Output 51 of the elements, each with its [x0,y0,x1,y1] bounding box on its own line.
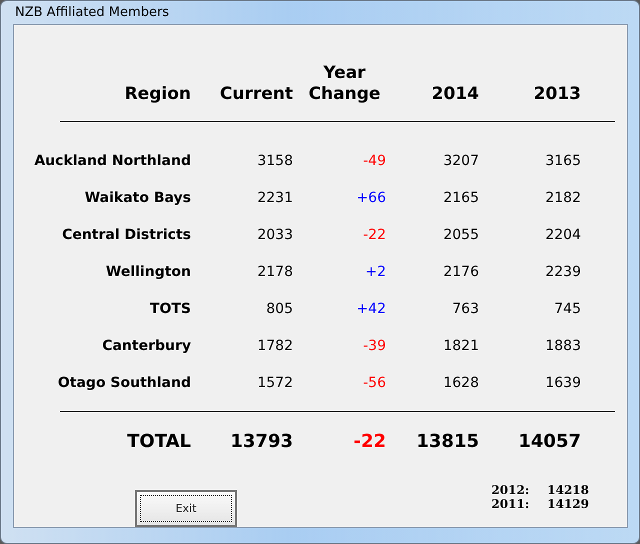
change-cell-text: -39 [362,338,386,354]
table-cell-text: 1572 [256,374,293,390]
table-cell-text: 2176 [442,264,479,280]
region-cell-text: Central Districts [61,226,191,242]
exit-button[interactable]: Exit [135,490,237,527]
change-cell-text: +42 [355,300,386,316]
column-header: Year Change [308,63,382,106]
change-cell-text: -49 [362,152,386,168]
window-title: NZB Affiliated Members [14,5,170,20]
history-value: 14129 [547,497,589,511]
table-cell-text: 1883 [544,338,581,354]
total-cell-text: 13815 [415,430,479,452]
region-cell-text: Auckland Northland [33,152,191,168]
region-cell-text: Canterbury [101,338,191,354]
total-cell-text: 14057 [517,430,581,452]
table-cell-text: 3165 [544,152,581,168]
total-cell-text: 13793 [229,430,293,452]
table-cell-text: 805 [265,300,293,316]
history-year: 2012: [491,483,530,497]
table-cell-text: 2178 [256,264,293,280]
table-cell-text: 763 [451,300,479,316]
history-year: 2011: [491,497,530,511]
region-cell-text: Otago Southland [56,374,191,390]
table-cell-text: 2033 [256,226,293,242]
table-cell-text: 1821 [442,338,479,354]
region-cell-text: Wellington [104,264,191,280]
change-cell-text: +66 [355,190,386,206]
column-header: 2014 [430,84,479,106]
table-cell-text: 1639 [544,374,581,390]
column-header: Current [218,84,293,106]
table-cell-text: 2165 [442,190,479,206]
column-header: Region [124,84,191,106]
table-cell-text: 2239 [544,264,581,280]
history-value: 14218 [547,483,589,497]
table-cell-text: 3158 [256,152,293,168]
table-cell-text: 2055 [442,226,479,242]
table-cell-text: 3207 [442,152,479,168]
table-cell-text: 2204 [544,226,581,242]
column-header: 2013 [532,84,581,106]
change-cell-text: -22 [362,226,386,242]
change-cell-text: +2 [364,264,386,280]
change-cell-text: -56 [362,374,386,390]
table-cell-text: 2231 [256,190,293,206]
table-cell-text: 1782 [256,338,293,354]
region-cell-text: TOTS [148,300,191,316]
table-cell-text: 2182 [544,190,581,206]
table-cell-text: 1628 [442,374,479,390]
total-change-cell-text: -22 [352,430,386,452]
region-cell-text: Waikato Bays [84,190,191,206]
total-label: TOTAL [126,430,191,452]
table-cell-text: 745 [553,300,581,316]
